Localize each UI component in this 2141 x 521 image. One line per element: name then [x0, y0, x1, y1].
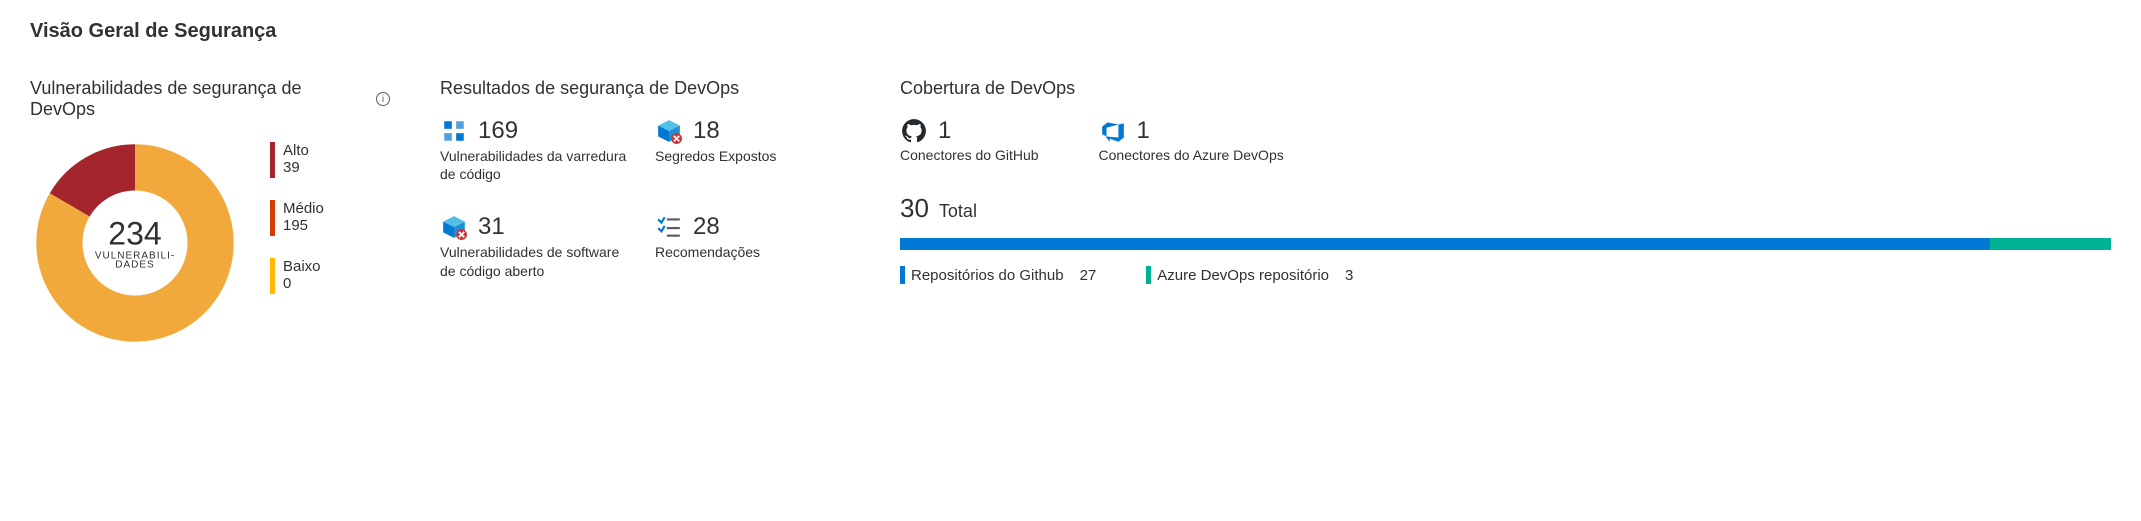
vuln-panel-title: Vulnerabilidades de segurança de DevOps …: [30, 78, 390, 120]
result-oss[interactable]: 31 Vulnerabilidades de software de códig…: [440, 213, 635, 279]
repo-legend-github[interactable]: Repositórios do Github 27: [900, 266, 1096, 284]
repo-legend-azdo[interactable]: Azure DevOps repositório 3: [1146, 266, 1353, 284]
recs-icon: [655, 213, 683, 241]
azdo-label: Conectores do Azure DevOps: [1099, 147, 1284, 163]
panels-row: Vulnerabilidades de segurança de DevOps …: [30, 78, 2111, 348]
repo-legend-github-label: Repositórios do Github: [911, 267, 1064, 284]
legend-high-value: 39: [283, 159, 309, 176]
results-grid: 169 Vulnerabilidades da varredura de cód…: [440, 117, 850, 280]
azure-devops-icon: [1099, 117, 1127, 145]
vuln-legend: Alto 39 Médio 195 Baixo 0: [270, 142, 324, 294]
oss-icon: [440, 213, 468, 241]
result-recs[interactable]: 28 Recomendações: [655, 213, 850, 279]
code-scan-value: 169: [478, 117, 518, 145]
repo-legend-github-mark: [900, 266, 905, 284]
connectors-row: 1 Conectores do GitHub 1 Conectores do A…: [900, 117, 2111, 163]
azdo-value: 1: [1137, 117, 1150, 145]
donut-chart: 234 VULNERABILI- DADES: [30, 138, 240, 348]
total-value: 30: [900, 193, 929, 224]
coverage-total: 30 Total: [900, 193, 2111, 224]
repo-legend-azdo-count: 3: [1345, 267, 1353, 284]
github-label: Conectores do GitHub: [900, 147, 1039, 163]
coverage-panel: Cobertura de DevOps 1 Conectores do GitH…: [900, 78, 2111, 348]
coverage-title: Cobertura de DevOps: [900, 78, 2111, 99]
github-icon: [900, 117, 928, 145]
secrets-icon: [655, 117, 683, 145]
vulnerabilities-panel: Vulnerabilidades de segurança de DevOps …: [30, 78, 390, 348]
repo-legend: Repositórios do Github 27 Azure DevOps r…: [900, 266, 2111, 284]
github-value: 1: [938, 117, 951, 145]
legend-medium-label: Médio: [283, 200, 324, 217]
code-scan-icon: [440, 117, 468, 145]
repo-legend-github-count: 27: [1080, 267, 1097, 284]
legend-high-bar: [270, 142, 275, 178]
donut-center: 234 VULNERABILI- DADES: [95, 216, 175, 271]
legend-low-label: Baixo: [283, 258, 321, 275]
bar-seg-azdo: [1990, 238, 2111, 250]
secrets-label: Segredos Expostos: [655, 147, 850, 165]
legend-high-label: Alto: [283, 142, 309, 159]
total-label: Total: [939, 201, 977, 222]
secrets-value: 18: [693, 117, 720, 145]
page-title: Visão Geral de Segurança: [30, 20, 2111, 43]
info-icon[interactable]: i: [376, 92, 390, 106]
result-secrets[interactable]: 18 Segredos Expostos: [655, 117, 850, 183]
legend-low[interactable]: Baixo 0: [270, 258, 324, 294]
recs-value: 28: [693, 213, 720, 241]
github-connector[interactable]: 1 Conectores do GitHub: [900, 117, 1039, 163]
repo-legend-azdo-label: Azure DevOps repositório: [1157, 267, 1329, 284]
legend-medium-value: 195: [283, 217, 324, 234]
legend-medium-bar: [270, 200, 275, 236]
oss-value: 31: [478, 213, 505, 241]
results-panel: Resultados de segurança de DevOps 169 Vu…: [440, 78, 850, 348]
result-code-scan[interactable]: 169 Vulnerabilidades da varredura de cód…: [440, 117, 635, 183]
donut-total: 234: [95, 216, 175, 253]
vuln-content: 234 VULNERABILI- DADES Alto 39 Médio: [30, 138, 390, 348]
bar-seg-github: [900, 238, 1990, 250]
repo-legend-azdo-mark: [1146, 266, 1151, 284]
legend-low-value: 0: [283, 275, 321, 292]
legend-medium[interactable]: Médio 195: [270, 200, 324, 236]
oss-label: Vulnerabilidades de software de código a…: [440, 243, 635, 279]
vuln-title-text: Vulnerabilidades de segurança de DevOps: [30, 78, 370, 120]
results-title: Resultados de segurança de DevOps: [440, 78, 850, 99]
repo-bar-chart: [900, 238, 2111, 250]
recs-label: Recomendações: [655, 243, 850, 261]
azdo-connector[interactable]: 1 Conectores do Azure DevOps: [1099, 117, 1284, 163]
code-scan-label: Vulnerabilidades da varredura de código: [440, 147, 635, 183]
legend-high[interactable]: Alto 39: [270, 142, 324, 178]
legend-low-bar: [270, 258, 275, 294]
